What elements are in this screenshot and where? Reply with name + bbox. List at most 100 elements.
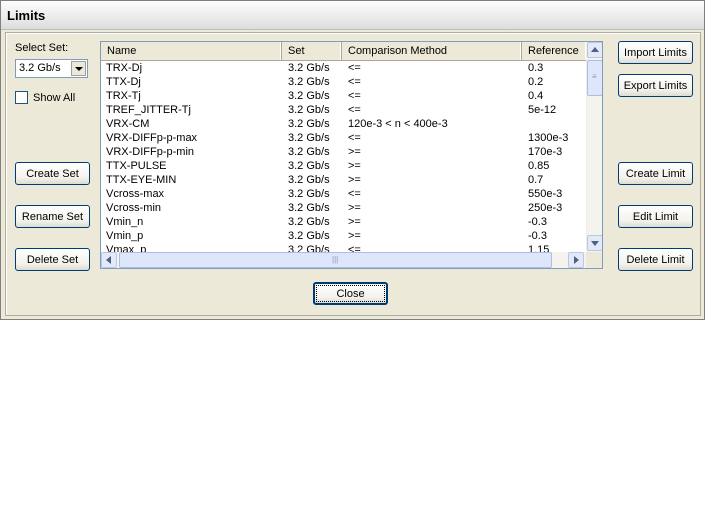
cell-name: VRX-DIFFp-p-min xyxy=(106,146,195,158)
cell-name: TTX-EYE-MIN xyxy=(106,174,177,186)
import-limits-button[interactable]: Import Limits xyxy=(618,41,693,64)
set-select-value: 3.2 Gb/s xyxy=(19,62,61,74)
cell-reference: 170e-3 xyxy=(528,146,563,158)
cell-set: 3.2 Gb/s xyxy=(288,146,330,158)
scroll-right-icon[interactable] xyxy=(568,252,584,268)
select-set-label: Select Set: xyxy=(15,42,69,54)
table-row[interactable]: TTX-PULSE 3.2 Gb/s >= 0.85 xyxy=(101,159,586,173)
table-row[interactable]: VRX-CM 3.2 Gb/s 120e-3 < n < 400e-3 xyxy=(101,117,586,131)
cell-set: 3.2 Gb/s xyxy=(288,118,330,130)
cell-comparison: <= xyxy=(348,188,361,200)
table-row[interactable]: Vmin_n 3.2 Gb/s >= -0.3 xyxy=(101,215,586,229)
cell-reference: 0.85 xyxy=(528,160,550,172)
cell-set: 3.2 Gb/s xyxy=(288,62,330,74)
cell-name: VRX-CM xyxy=(106,118,150,130)
cell-reference: -0.3 xyxy=(528,230,547,242)
create-limit-button[interactable]: Create Limit xyxy=(618,162,693,185)
cell-comparison: <= xyxy=(348,90,361,102)
window-title: Limits xyxy=(7,8,46,23)
cell-comparison: >= xyxy=(348,174,361,186)
cell-comparison: >= xyxy=(348,146,361,158)
table-row[interactable]: Vmax_p 3.2 Gb/s <= 1.15 xyxy=(101,243,586,252)
list-rows: TRX-Dj 3.2 Gb/s <= 0.3 TTX-Dj 3.2 Gb/s <= 0.2 … xyxy=(101,61,586,252)
cell-comparison: 120e-3 < n < 400e-3 xyxy=(348,118,448,130)
cell-set: 3.2 Gb/s xyxy=(288,76,330,88)
show-all-label: Show All xyxy=(33,92,76,104)
cell-name: TTX-PULSE xyxy=(106,160,167,172)
show-all-checkbox[interactable] xyxy=(15,91,28,104)
cell-reference: 0.2 xyxy=(528,76,544,88)
cell-comparison: >= xyxy=(348,202,361,214)
cell-reference: -0.3 xyxy=(528,216,547,228)
delete-limit-button[interactable]: Delete Limit xyxy=(618,248,693,271)
list-header: Name Set Comparison Method Reference xyxy=(101,42,586,61)
cell-comparison: <= xyxy=(348,244,361,252)
scroll-up-icon[interactable] xyxy=(587,42,602,58)
cell-set: 3.2 Gb/s xyxy=(288,202,330,214)
cell-set: 3.2 Gb/s xyxy=(288,230,330,242)
table-row[interactable]: Vcross-min 3.2 Gb/s >= 250e-3 xyxy=(101,201,586,215)
cell-comparison: <= xyxy=(348,62,361,74)
table-row[interactable]: TRX-Dj 3.2 Gb/s <= 0.3 xyxy=(101,61,586,75)
limits-list[interactable]: Name Set Comparison Method Reference TRX… xyxy=(100,41,603,269)
vertical-scroll-thumb[interactable]: ≡ xyxy=(587,60,602,96)
title-bar: Limits xyxy=(1,1,704,30)
cell-reference: 0.7 xyxy=(528,174,544,186)
cell-comparison: >= xyxy=(348,160,361,172)
table-row[interactable]: VRX-DIFFp-p-max 3.2 Gb/s <= 1300e-3 xyxy=(101,131,586,145)
cell-reference: 5e-12 xyxy=(528,104,557,116)
cell-comparison: >= xyxy=(348,216,361,228)
scroll-left-icon[interactable] xyxy=(101,252,117,268)
cell-comparison: <= xyxy=(348,132,361,144)
cell-comparison: >= xyxy=(348,230,361,242)
table-row[interactable]: Vmin_p 3.2 Gb/s >= -0.3 xyxy=(101,229,586,243)
cell-reference: 0.3 xyxy=(528,62,544,74)
grip-icon: ||| xyxy=(332,255,339,264)
column-header-reference[interactable]: Reference xyxy=(522,42,586,60)
cell-name: Vmax_p xyxy=(106,244,147,252)
horizontal-scroll-thumb[interactable]: ||| xyxy=(119,252,552,268)
column-header-name[interactable]: Name xyxy=(101,42,282,60)
table-row[interactable]: TREF_JITTER-Tj 3.2 Gb/s <= 5e-12 xyxy=(101,103,586,117)
cell-name: VRX-DIFFp-p-max xyxy=(106,132,198,144)
table-row[interactable]: TTX-Dj 3.2 Gb/s <= 0.2 xyxy=(101,75,586,89)
cell-name: TREF_JITTER-Tj xyxy=(106,104,191,116)
export-limits-button[interactable]: Export Limits xyxy=(618,74,693,97)
column-header-set[interactable]: Set xyxy=(282,42,342,60)
table-row[interactable]: Vcross-max 3.2 Gb/s <= 550e-3 xyxy=(101,187,586,201)
vertical-scrollbar[interactable]: ≡ xyxy=(586,42,602,252)
cell-name: TRX-Dj xyxy=(106,62,143,74)
cell-set: 3.2 Gb/s xyxy=(288,132,330,144)
edit-limit-button[interactable]: Edit Limit xyxy=(618,205,693,228)
set-select[interactable]: 3.2 Gb/s xyxy=(15,59,88,78)
cell-reference: 1300e-3 xyxy=(528,132,569,144)
delete-set-button[interactable]: Delete Set xyxy=(15,248,90,271)
column-header-comparison[interactable]: Comparison Method xyxy=(342,42,522,60)
cell-set: 3.2 Gb/s xyxy=(288,244,330,252)
horizontal-scrollbar[interactable]: ||| xyxy=(101,252,586,268)
table-row[interactable]: VRX-DIFFp-p-min 3.2 Gb/s >= 170e-3 xyxy=(101,145,586,159)
limits-window: Limits Select Set: 3.2 Gb/s Show All Cre… xyxy=(0,0,705,320)
cell-reference: 550e-3 xyxy=(528,188,563,200)
cell-name: TRX-Tj xyxy=(106,90,141,102)
table-row[interactable]: TRX-Tj 3.2 Gb/s <= 0.4 xyxy=(101,89,586,103)
cell-set: 3.2 Gb/s xyxy=(288,160,330,172)
cell-reference: 0.4 xyxy=(528,90,544,102)
cell-set: 3.2 Gb/s xyxy=(288,90,330,102)
scrollbar-corner xyxy=(586,252,602,268)
grip-icon: ≡ xyxy=(592,72,597,81)
cell-set: 3.2 Gb/s xyxy=(288,104,330,116)
create-set-button[interactable]: Create Set xyxy=(15,162,90,185)
cell-set: 3.2 Gb/s xyxy=(288,174,330,186)
cell-comparison: <= xyxy=(348,76,361,88)
cell-comparison: <= xyxy=(348,104,361,116)
scroll-down-icon[interactable] xyxy=(587,235,602,251)
close-button[interactable]: Close xyxy=(313,282,388,305)
cell-name: TTX-Dj xyxy=(106,76,141,88)
cell-name: Vcross-min xyxy=(106,202,162,214)
cell-name: Vmin_n xyxy=(106,216,144,228)
cell-name: Vcross-max xyxy=(106,188,165,200)
table-row[interactable]: TTX-EYE-MIN 3.2 Gb/s >= 0.7 xyxy=(101,173,586,187)
rename-set-button[interactable]: Rename Set xyxy=(15,205,90,228)
dropdown-arrow-icon[interactable] xyxy=(71,61,86,76)
